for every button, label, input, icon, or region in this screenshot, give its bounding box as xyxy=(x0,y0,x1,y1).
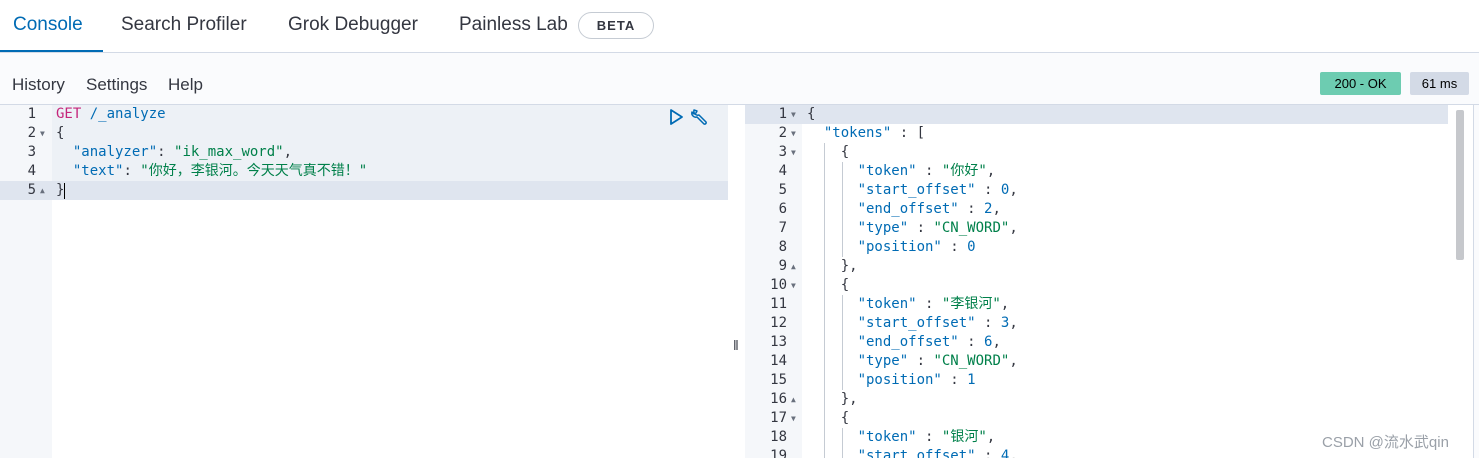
right-edge xyxy=(1473,105,1479,458)
response-scrollbar[interactable] xyxy=(1456,110,1464,260)
code-punct: : xyxy=(157,144,175,160)
help-menu[interactable]: Help xyxy=(168,75,203,95)
response-line: "position" : 0 xyxy=(857,239,976,255)
play-icon[interactable] xyxy=(668,108,684,126)
tab-search-profiler[interactable]: Search Profiler xyxy=(121,14,247,36)
fold-arrow-icon[interactable]: ▼ xyxy=(791,105,796,124)
line-number: 10 xyxy=(770,277,787,293)
line-number: 4 xyxy=(778,163,787,179)
response-line: "end_offset" : 2, xyxy=(857,201,1001,217)
beta-badge: BETA xyxy=(578,12,654,39)
line-number: 2 xyxy=(778,125,787,141)
request-url: /_analyze xyxy=(89,106,166,122)
line-number: 3 xyxy=(778,144,787,160)
line-number: 8 xyxy=(778,239,787,255)
resize-handle-icon[interactable]: ‖ xyxy=(733,337,739,353)
line-number: 5 xyxy=(778,182,787,198)
response-line: "token" : "银河", xyxy=(857,429,996,445)
response-line: "type" : "CN_WORD", xyxy=(857,353,1018,369)
http-method: GET xyxy=(56,106,82,122)
line-number: 17 xyxy=(770,410,787,426)
response-line: { xyxy=(807,277,850,293)
code-punct: : xyxy=(123,163,141,179)
response-line: "start_offset" : 0, xyxy=(857,182,1018,198)
tab-console[interactable]: Console xyxy=(13,14,83,36)
json-string: "你好，李银河。今天天气真不错！" xyxy=(140,163,368,179)
json-key: "text" xyxy=(72,163,124,179)
fold-arrow-icon[interactable]: ▼ xyxy=(791,409,796,428)
status-badge: 200 - OK xyxy=(1320,72,1401,95)
response-line: "type" : "CN_WORD", xyxy=(857,220,1018,236)
wrench-icon[interactable] xyxy=(690,107,710,127)
line-number: 1 xyxy=(27,106,36,122)
response-viewer[interactable]: 1 ▼{2 ▼ "tokens" : [3 ▼ {4 "token" : "你好", 5… xyxy=(745,105,1473,458)
line-number: 6 xyxy=(778,201,787,217)
request-line: "text": "你好，李银河。今天天气真不错！" xyxy=(56,162,367,181)
request-line: "analyzer": "ik_max_word", xyxy=(56,143,292,162)
json-key: "analyzer" xyxy=(72,144,158,160)
response-line: }, xyxy=(807,391,858,407)
line-number: 16 xyxy=(770,391,787,407)
active-tab-indicator xyxy=(0,50,103,52)
line-number: 2 xyxy=(27,125,36,141)
line-number: 15 xyxy=(770,372,787,388)
line-number: 19 xyxy=(770,448,787,458)
response-line: "token" : "你好", xyxy=(857,163,996,179)
line-number: 3 xyxy=(27,144,36,160)
response-line: "token" : "李银河", xyxy=(857,296,1010,312)
line-number: 1 xyxy=(778,106,787,122)
response-line: { xyxy=(807,106,816,122)
watermark: CSDN @流水武qin xyxy=(1322,434,1449,451)
response-line: "end_offset" : 6, xyxy=(857,334,1001,350)
response-line: "tokens" : [ xyxy=(823,125,926,141)
request-time-badge: 61 ms xyxy=(1410,72,1469,95)
fold-arrow-icon[interactable]: ▲ xyxy=(791,257,796,276)
response-line: "start_offset" : 4, xyxy=(857,448,1018,458)
top-tab-bar: Console Search Profiler Grok Debugger Pa… xyxy=(0,0,1479,53)
fold-arrow-icon[interactable]: ▼ xyxy=(40,124,45,143)
line-number: 12 xyxy=(770,315,787,331)
request-editor[interactable]: 1 2 ▼ 3 4 5 ▲ GET /_analyze { "analyzer"… xyxy=(0,105,728,458)
fold-arrow-icon[interactable]: ▼ xyxy=(791,143,796,162)
text-cursor xyxy=(64,183,65,199)
history-menu[interactable]: History xyxy=(12,75,65,95)
settings-menu[interactable]: Settings xyxy=(86,75,147,95)
tab-grok-debugger[interactable]: Grok Debugger xyxy=(288,14,418,36)
line-number: 18 xyxy=(770,429,787,445)
line-number: 5 xyxy=(27,182,36,198)
console-toolbar: History Settings Help 200 - OK 61 ms xyxy=(0,53,1479,105)
code-punct: { xyxy=(56,125,65,141)
response-line: { xyxy=(807,144,850,160)
line-number: 4 xyxy=(27,163,36,179)
tab-painless-lab[interactable]: Painless Lab xyxy=(459,14,568,36)
active-line-highlight xyxy=(745,105,1448,124)
line-number: 11 xyxy=(770,296,787,312)
json-string: "ik_max_word" xyxy=(174,144,284,160)
pane-divider[interactable]: ‖ xyxy=(728,105,745,458)
request-line: GET /_analyze xyxy=(56,105,166,124)
response-line: { xyxy=(807,410,850,426)
fold-arrow-icon[interactable]: ▼ xyxy=(791,276,796,295)
fold-arrow-icon[interactable]: ▲ xyxy=(40,181,45,200)
response-line: "position" : 1 xyxy=(857,372,976,388)
line-number: 9 xyxy=(778,258,787,274)
request-line: { xyxy=(56,124,64,143)
response-line: "start_offset" : 3, xyxy=(857,315,1018,331)
line-number: 14 xyxy=(770,353,787,369)
fold-arrow-icon[interactable]: ▲ xyxy=(791,390,796,409)
fold-arrow-icon[interactable]: ▼ xyxy=(791,124,796,143)
line-number: 7 xyxy=(778,220,787,236)
code-punct: , xyxy=(283,144,293,160)
line-number: 13 xyxy=(770,334,787,350)
response-line: }, xyxy=(807,258,858,274)
